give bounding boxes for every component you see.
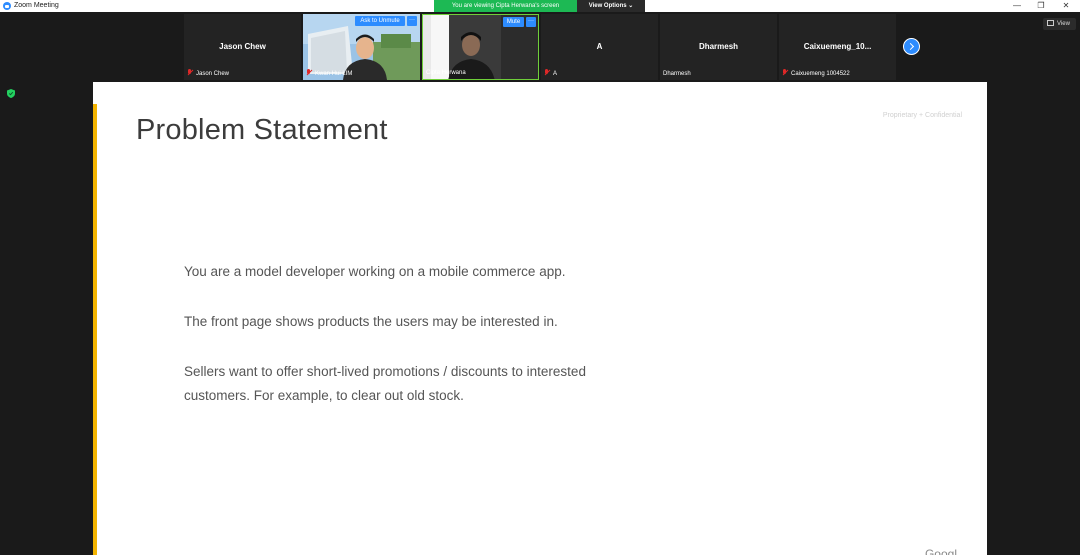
maximize-button[interactable]: ❐ — [1029, 0, 1053, 12]
slide-title: Problem Statement — [136, 114, 388, 146]
slide-corner-logo-text: Googl — [924, 547, 957, 555]
participant-caption: Cipta Herwana — [426, 70, 466, 76]
slide-body: You are a model developer working on a m… — [184, 260, 624, 434]
shield-icon[interactable] — [7, 89, 15, 98]
close-button[interactable]: ✕ — [1054, 0, 1078, 12]
participant-caption: A — [544, 69, 557, 78]
participant-tile-cipta-herwana[interactable]: Mute ··· Cipta Herwana — [422, 14, 539, 80]
participant-more-button[interactable]: ··· — [526, 17, 536, 27]
participant-tile-a[interactable]: A A — [541, 14, 658, 80]
slide-paragraph: You are a model developer working on a m… — [184, 264, 566, 279]
mic-muted-icon — [782, 69, 788, 76]
participant-display-name: Jason Chew — [219, 42, 266, 51]
participant-caption: Dharmesh — [663, 71, 691, 77]
participant-caption: Kwan Hui LIM — [306, 69, 352, 78]
slide-paragraph: The front page shows products the users … — [184, 314, 558, 329]
participant-tile-kwan-hui-lim[interactable]: Ask to Unmute ··· Kwan Hui LIM — [303, 14, 420, 80]
view-options-button[interactable]: View Options ⌄ — [577, 0, 645, 12]
confidential-label: Proprietary + Confidential — [882, 112, 962, 119]
participant-display-name: Dharmesh — [698, 42, 739, 51]
ask-to-unmute-button[interactable]: Ask to Unmute — [355, 16, 405, 26]
participant-display-name: Caixuemeng_10... — [803, 42, 872, 51]
grid-view-icon — [1047, 20, 1054, 27]
slide-paragraph: Sellers want to offer short-lived promot… — [184, 364, 586, 403]
mic-muted-icon — [544, 69, 550, 76]
participant-display-name: A — [596, 42, 603, 51]
next-page-arrow-icon[interactable] — [903, 38, 920, 55]
participant-caption: Caixuemeng 1004522 — [782, 69, 850, 78]
slide-accent-bar — [93, 104, 97, 555]
participant-tile-caixuemeng[interactable]: Caixuemeng_10... Caixuemeng 1004522 — [779, 14, 896, 80]
participant-tile-dharmesh[interactable]: Dharmesh Dharmesh — [660, 14, 777, 80]
shared-screen-slide: Problem Statement Proprietary + Confiden… — [93, 82, 987, 555]
window-title: Zoom Meeting — [14, 2, 59, 9]
view-layout-button[interactable]: View — [1043, 18, 1076, 30]
mute-button[interactable]: Mute — [503, 17, 524, 27]
mic-muted-icon — [187, 69, 193, 76]
participant-more-button[interactable]: ··· — [407, 16, 417, 26]
participant-caption: Jason Chew — [187, 69, 229, 78]
participant-tile-jason-chew[interactable]: Jason Chew Jason Chew — [184, 14, 301, 80]
mic-muted-icon — [306, 69, 312, 76]
zoom-app-icon — [3, 2, 11, 10]
view-label: View — [1057, 21, 1070, 27]
minimize-button[interactable]: — — [1005, 0, 1029, 12]
viewing-screen-banner: You are viewing Cipta Herwana's screen — [434, 0, 577, 12]
